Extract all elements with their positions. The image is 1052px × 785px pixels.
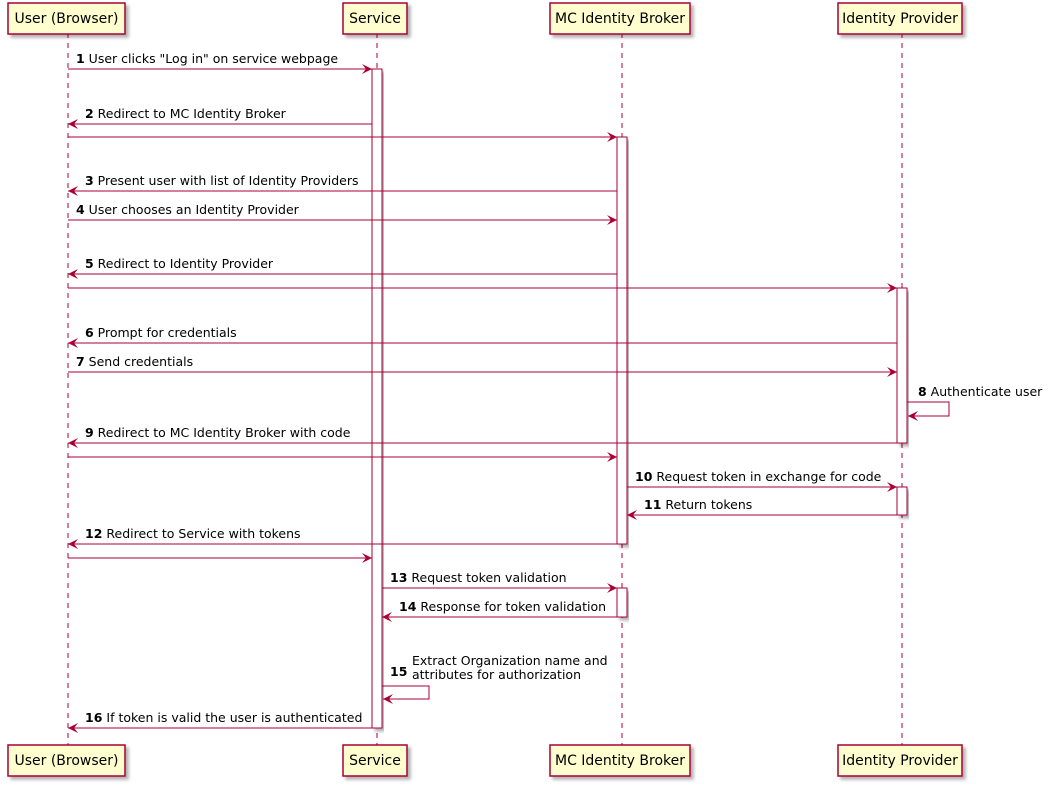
participant-user-top: User (Browser) <box>7 2 126 35</box>
participant-idp-bottom: Identity Provider <box>837 744 963 777</box>
message-number: 1 <box>76 51 85 66</box>
message-text: Return tokens <box>661 497 752 512</box>
message-text: Request token in exchange for code <box>652 469 881 484</box>
message-number: 2 <box>85 106 94 121</box>
participant-service-bottom: Service <box>342 744 408 777</box>
activation-bars <box>371 68 908 729</box>
message-label: 7 Send credentials <box>76 354 193 369</box>
participant-label: Service <box>349 753 401 769</box>
message-number: 4 <box>76 202 85 217</box>
message-text: Redirect to MC Identity Broker with code <box>94 425 351 440</box>
message-13: 13 Request token validation <box>382 570 617 593</box>
message-label: 6 Prompt for credentials <box>85 325 237 340</box>
message-number: 9 <box>85 425 94 440</box>
message-label: 8 Authenticate user <box>918 384 1043 399</box>
message-label: 16 If token is valid the user is authent… <box>85 710 362 725</box>
message-16: 16 If token is valid the user is authent… <box>68 710 372 733</box>
message-label: 12 Redirect to Service with tokens <box>85 526 301 541</box>
message-number: 6 <box>85 325 94 340</box>
message-9: 9 Redirect to MC Identity Broker with co… <box>68 425 897 448</box>
participant-label: MC Identity Broker <box>555 753 685 769</box>
participant-label: MC Identity Broker <box>555 11 685 27</box>
message-label: 10 Request token in exchange for code <box>635 469 882 484</box>
participant-label: Identity Provider <box>842 11 958 27</box>
message-label: 1 User clicks "Log in" on service webpag… <box>76 51 338 66</box>
message-text: If token is valid the user is authentica… <box>102 710 362 725</box>
message-text: User chooses an Identity Provider <box>85 202 300 217</box>
message-label: 2 Redirect to MC Identity Broker <box>85 106 287 121</box>
message-8: 8 Authenticate user <box>907 384 1043 421</box>
message-return-6 <box>68 283 897 293</box>
message-number: 11 <box>644 497 661 512</box>
participant-user-bottom: User (Browser) <box>7 744 126 777</box>
sequence-diagram: 1 User clicks "Log in" on service webpag… <box>7 2 1043 777</box>
message-number: 7 <box>76 354 85 369</box>
participant-broker-bottom: MC Identity Broker <box>549 744 691 777</box>
participant-broker-top: MC Identity Broker <box>549 2 691 35</box>
message-text: Send credentials <box>85 354 193 369</box>
message-text: Redirect to Identity Provider <box>94 256 274 271</box>
activation-bar-broker <box>616 136 628 545</box>
message-number: 12 <box>85 526 102 541</box>
message-label: 9 Redirect to MC Identity Broker with co… <box>85 425 351 440</box>
message-5: 5 Redirect to Identity Provider <box>68 256 617 279</box>
message-text: Extract Organization name and <box>412 653 608 668</box>
message-text: attributes for authorization <box>412 667 581 682</box>
message-number: 15 <box>390 664 407 679</box>
activation-bar-idp <box>896 287 908 444</box>
lifelines <box>67 33 903 745</box>
message-4: 4 User chooses an Identity Provider <box>68 202 617 225</box>
message-text: Request token validation <box>407 570 566 585</box>
message-return-11 <box>68 452 617 462</box>
message-7: 7 Send credentials <box>68 354 897 377</box>
message-number: 16 <box>85 710 103 725</box>
message-number: 3 <box>85 173 94 188</box>
participant-label: Identity Provider <box>842 753 958 769</box>
message-12: 12 Redirect to Service with tokens <box>68 526 617 549</box>
participant-label: User (Browser) <box>14 11 118 27</box>
participant-label: User (Browser) <box>14 753 118 769</box>
message-14: 14 Response for token validation <box>382 599 617 622</box>
message-number: 5 <box>85 256 94 271</box>
message-text: Present user with list of Identity Provi… <box>94 173 359 188</box>
message-label: 3 Present user with list of Identity Pro… <box>85 173 359 188</box>
activation-bar-idp <box>896 486 908 516</box>
message-2: 2 Redirect to MC Identity Broker <box>68 106 372 129</box>
message-3: 3 Present user with list of Identity Pro… <box>68 173 617 196</box>
participant-idp-top: Identity Provider <box>837 2 963 35</box>
message-label: 5 Redirect to Identity Provider <box>85 256 274 271</box>
message-text: Redirect to Service with tokens <box>102 526 300 541</box>
message-text: Response for token validation <box>416 599 606 614</box>
participant-label: Service <box>349 11 401 27</box>
message-label: 4 User chooses an Identity Provider <box>76 202 300 217</box>
message-number: 10 <box>635 469 653 484</box>
message-11: 11 Return tokens <box>627 497 897 520</box>
activation-bar-broker <box>616 587 628 618</box>
message-text: Authenticate user <box>927 384 1043 399</box>
message-number: 8 <box>918 384 927 399</box>
message-number: 14 <box>399 599 417 614</box>
message-number: 13 <box>390 570 407 585</box>
message-label: 14 Response for token validation <box>399 599 606 614</box>
message-label: 11 Return tokens <box>644 497 752 512</box>
activation-bar-service <box>371 68 383 729</box>
message-return-15 <box>68 553 372 563</box>
message-10: 10 Request token in exchange for code <box>627 469 897 492</box>
message-return-2 <box>68 132 617 142</box>
message-1: 1 User clicks "Log in" on service webpag… <box>68 51 372 74</box>
message-label: 13 Request token validation <box>390 570 567 585</box>
message-text: Prompt for credentials <box>94 325 237 340</box>
message-text: User clicks "Log in" on service webpage <box>85 51 339 66</box>
message-text: Redirect to MC Identity Broker <box>94 106 287 121</box>
message-6: 6 Prompt for credentials <box>68 325 897 348</box>
message-15: 15 Extract Organization name andattribute… <box>382 653 608 704</box>
participant-service-top: Service <box>342 2 408 35</box>
